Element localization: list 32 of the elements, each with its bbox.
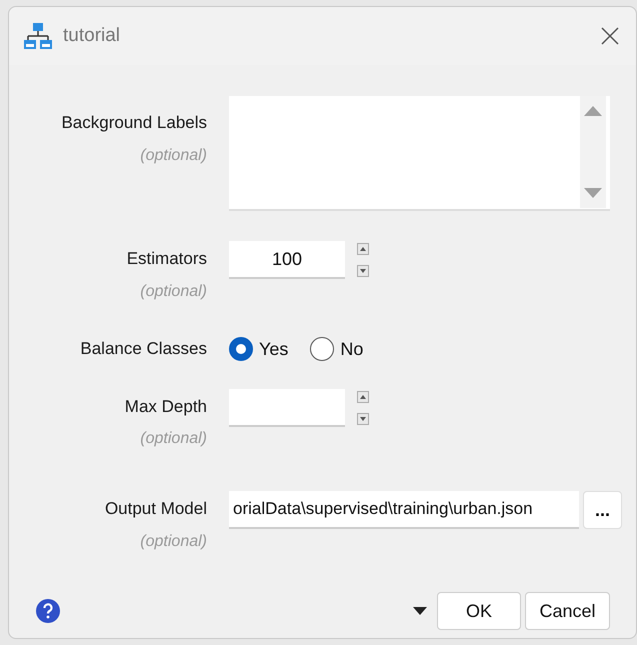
cancel-button[interactable]: Cancel xyxy=(525,592,610,630)
radio-option[interactable]: Yes xyxy=(229,336,288,362)
spin-up-button[interactable] xyxy=(357,390,369,402)
path-input-field[interactable]: orialData\supervised\training\urban.json xyxy=(229,491,579,529)
spin-up-button[interactable] xyxy=(357,243,369,255)
optional-hint: (optional) xyxy=(140,532,207,552)
number-input-field[interactable]: 100 xyxy=(229,241,345,279)
field-label: Output Model xyxy=(104,498,207,520)
down-arrow-icon xyxy=(360,269,366,273)
window-title: tutorial xyxy=(63,24,120,48)
close-icon[interactable] xyxy=(600,26,620,46)
radio-button[interactable] xyxy=(229,337,253,361)
browse-button[interactable]: ... xyxy=(583,491,622,529)
spin-down-button[interactable] xyxy=(357,265,369,277)
caret-icon[interactable] xyxy=(413,607,427,615)
field-label: Max Depth xyxy=(124,396,207,418)
ok-button[interactable]: OK xyxy=(437,592,521,630)
optional-hint: (optional) xyxy=(140,146,207,166)
up-arrow-icon xyxy=(360,394,366,398)
help-icon[interactable] xyxy=(35,598,61,624)
field-label: Background Labels xyxy=(61,112,207,134)
radio-option[interactable]: No xyxy=(310,336,364,362)
spin-down-button[interactable] xyxy=(357,412,369,424)
field-label: Balance Classes xyxy=(80,338,207,360)
down-arrow-icon xyxy=(360,416,366,420)
hierarchy-icon xyxy=(23,21,53,51)
number-input-field[interactable] xyxy=(229,388,345,426)
optional-hint: (optional) xyxy=(140,429,207,449)
optional-hint: (optional) xyxy=(140,282,207,302)
field-label: Estimators xyxy=(126,248,207,270)
up-arrow-icon xyxy=(360,247,366,251)
radio-button[interactable] xyxy=(310,337,334,361)
